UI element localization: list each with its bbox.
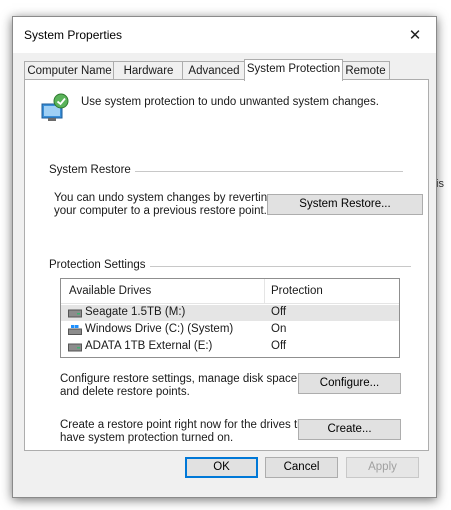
intro-text: Use system protection to undo unwanted s… [81, 96, 379, 108]
column-header-available-drives[interactable]: Available Drives [69, 285, 151, 297]
title-bar[interactable]: System Properties ✕ [13, 17, 436, 53]
tab-system-protection[interactable]: System Protection [244, 59, 343, 81]
drive-row-windows[interactable]: Windows Drive (C:) (System) On [61, 322, 399, 338]
configure-button[interactable]: Configure... [298, 373, 401, 394]
drive-name: Seagate 1.5TB (M:) [85, 306, 186, 318]
column-separator[interactable] [264, 279, 265, 303]
ok-button[interactable]: OK [185, 457, 258, 478]
drive-protection-status: Off [271, 340, 287, 352]
create-button[interactable]: Create... [298, 419, 401, 440]
tab-computer-name[interactable]: Computer Name [24, 61, 115, 80]
system-restore-description-line2: your computer to a previous restore poin… [54, 205, 267, 217]
system-properties-window: System Properties ✕ Computer Name Hardwa… [12, 16, 437, 498]
drive-name: Windows Drive (C:) (System) [85, 323, 234, 335]
drive-protection-status: On [271, 323, 287, 335]
drive-name: ADATA 1TB External (E:) [85, 340, 213, 352]
drives-list[interactable]: Available Drives Protection Seagate 1.5T… [60, 278, 400, 358]
system-protection-shield-icon [41, 93, 69, 121]
drive-icon [68, 309, 82, 318]
system-restore-button[interactable]: System Restore... [267, 194, 423, 215]
drive-protection-status: Off [271, 306, 287, 318]
drive-icon [68, 343, 82, 352]
close-icon: ✕ [408, 27, 422, 44]
apply-button[interactable]: Apply [346, 457, 419, 478]
tab-remote[interactable]: Remote [341, 61, 390, 80]
background-window-text: is [436, 178, 444, 190]
create-description-line1: Create a restore point right now for the… [60, 419, 314, 431]
column-header-protection[interactable]: Protection [271, 285, 323, 297]
system-restore-divider [120, 171, 403, 172]
close-button[interactable]: ✕ [394, 17, 436, 53]
tab-hardware[interactable]: Hardware [113, 61, 184, 80]
cancel-button[interactable]: Cancel [265, 457, 338, 478]
configure-description-line2: and delete restore points. [60, 386, 190, 398]
system-restore-group-label: System Restore [49, 164, 135, 176]
drive-row-seagate[interactable]: Seagate 1.5TB (M:) Off [61, 305, 399, 321]
create-description-line2: have system protection turned on. [60, 432, 234, 444]
windows-drive-icon [68, 325, 82, 335]
tab-advanced[interactable]: Advanced [182, 61, 246, 80]
protection-settings-group-label: Protection Settings [49, 259, 150, 271]
drive-row-adata[interactable]: ADATA 1TB External (E:) Off [61, 339, 399, 355]
protection-settings-divider [143, 266, 411, 267]
tab-strip: Computer Name Hardware Advanced System P… [24, 59, 428, 81]
drives-list-header: Available Drives Protection [61, 279, 399, 304]
system-restore-description-line1: You can undo system changes by reverting [54, 192, 274, 204]
window-title: System Properties [24, 28, 123, 42]
configure-description-line1: Configure restore settings, manage disk … [60, 373, 301, 385]
system-protection-panel: Use system protection to undo unwanted s… [24, 79, 429, 451]
